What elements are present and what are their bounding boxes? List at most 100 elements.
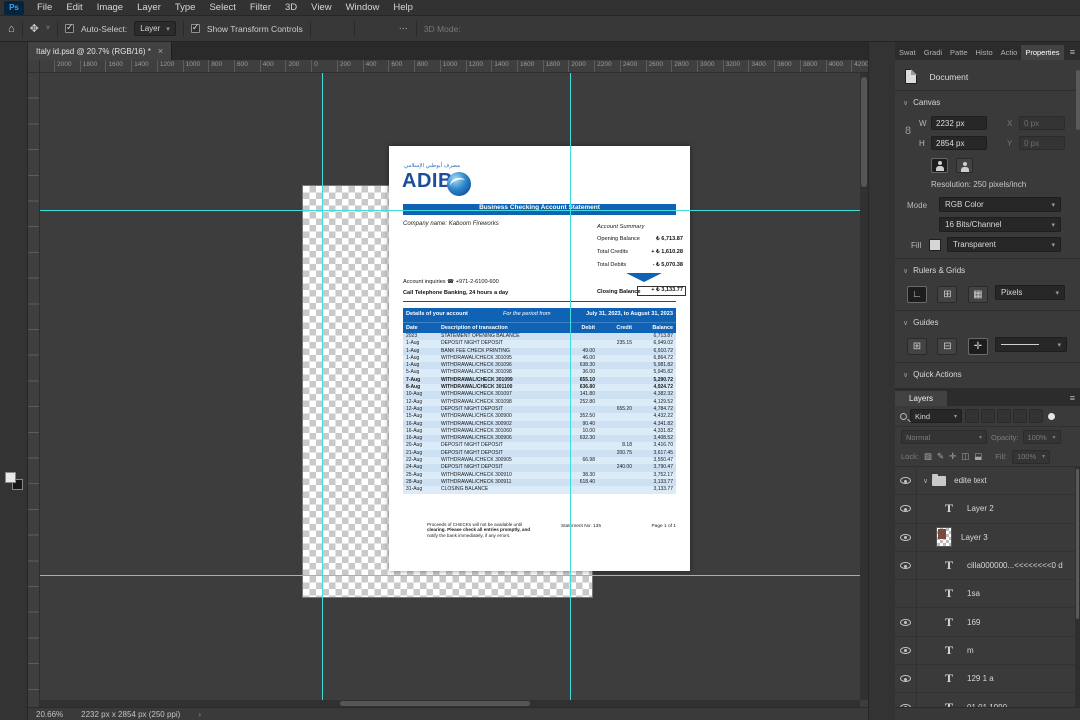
toggle-pixel-grid-icon[interactable]: ▦ — [967, 286, 988, 303]
document-tab[interactable]: Italy id.psd @ 20.7% (RGB/16) * × — [28, 42, 173, 60]
properties-scrollbar[interactable] — [1076, 70, 1080, 130]
width-field[interactable]: 2232 px — [931, 116, 987, 130]
menu-item[interactable]: Layer — [130, 0, 168, 15]
dodge-tool[interactable] — [0, 314, 28, 333]
layer-row[interactable]: ∨ T 169 — [895, 608, 1080, 637]
filter-type-layers-icon[interactable] — [997, 409, 1011, 423]
blend-mode-dropdown[interactable]: Normal ▾ — [901, 430, 987, 444]
menu-item[interactable]: Help — [386, 0, 420, 15]
frame-tool[interactable] — [0, 143, 28, 162]
quick-mask-icon[interactable] — [0, 496, 28, 515]
layer-name[interactable]: m — [967, 646, 974, 655]
tab-patterns[interactable]: Patte — [946, 45, 972, 60]
visibility-toggle[interactable] — [895, 665, 917, 693]
layer-thumbnail[interactable] — [936, 527, 952, 548]
color-swatches[interactable] — [4, 472, 23, 490]
guide-vertical-1[interactable] — [322, 73, 323, 700]
clone-stamp-tool[interactable] — [0, 219, 28, 238]
menu-item[interactable]: 3D — [278, 0, 304, 15]
menu-item[interactable]: File — [30, 0, 59, 15]
layer-name[interactable]: Layer 2 — [967, 504, 994, 513]
zoom-level[interactable]: 20.66% — [36, 710, 63, 719]
hand-tool[interactable] — [0, 409, 28, 428]
toggle-rulers-icon[interactable]: ∟ — [907, 286, 927, 303]
clear-guides-icon[interactable]: ✛ — [967, 338, 988, 355]
tab-gradients[interactable]: Gradi — [920, 45, 946, 60]
layers-scrollbar[interactable] — [1075, 467, 1080, 707]
brush-tool[interactable] — [0, 200, 28, 219]
lock-artboard-icon[interactable]: ◫ — [961, 451, 969, 462]
menu-item[interactable]: Window — [339, 0, 387, 15]
auto-select-checkbox[interactable] — [64, 22, 74, 33]
foreground-color-swatch[interactable] — [4, 472, 16, 483]
layer-name[interactable]: 169 — [967, 618, 980, 627]
ruler-units-dropdown[interactable]: Pixels ▾ — [995, 285, 1065, 300]
toggle-grid-icon[interactable]: ⊞ — [937, 286, 958, 303]
rulers-grids-section-header[interactable]: ∨ Rulers & Grids — [895, 266, 1080, 275]
eyedropper-tool[interactable] — [0, 162, 28, 181]
layer-row[interactable]: ∨ T Layer 3 — [895, 523, 1080, 552]
edit-toolbar-icon[interactable] — [0, 447, 28, 466]
tab-history[interactable]: Histo — [972, 45, 997, 60]
history-brush-tool[interactable] — [0, 238, 28, 257]
opacity-field[interactable]: 100% ▾ — [1022, 430, 1061, 444]
scrollbar-thumb[interactable] — [1076, 469, 1079, 619]
visibility-toggle[interactable] — [895, 495, 917, 523]
expand-chevron-icon[interactable]: ∨ — [923, 477, 928, 485]
vertical-scrollbar[interactable] — [860, 73, 868, 700]
screen-mode-icon[interactable] — [0, 515, 28, 534]
gradient-tool[interactable] — [0, 276, 28, 295]
lock-all-icon[interactable]: ⬓ — [974, 451, 982, 462]
menu-item[interactable]: View — [304, 0, 338, 15]
pen-tool[interactable] — [0, 333, 28, 352]
filter-adjustment-layers-icon[interactable] — [981, 409, 995, 423]
vertical-ruler[interactable] — [28, 73, 40, 707]
visibility-toggle[interactable] — [895, 608, 917, 636]
visibility-toggle[interactable] — [895, 523, 917, 551]
tab-swatches[interactable]: Swat — [895, 45, 920, 60]
layer-row[interactable]: ∨ T m — [895, 636, 1080, 666]
panel-menu-icon[interactable]: ≡ — [1070, 47, 1080, 60]
visibility-toggle[interactable] — [895, 580, 917, 608]
height-field[interactable]: 2854 px — [931, 136, 987, 150]
tab-properties[interactable]: Properties — [1021, 45, 1064, 60]
link-dimensions-icon[interactable]: 8 — [905, 125, 911, 137]
status-chevron-icon[interactable]: › — [198, 710, 201, 719]
layer-fill-field[interactable]: 100% ▾ — [1011, 449, 1050, 464]
quick-actions-section-header[interactable]: ∨ Quick Actions — [895, 370, 1080, 379]
shape-tool[interactable] — [0, 390, 28, 409]
fill-dropdown[interactable]: Transparent ▾ — [947, 237, 1061, 252]
lock-transparent-icon[interactable]: ▨ — [924, 451, 932, 462]
layer-row[interactable]: ∨ T 01.01.1990 — [895, 693, 1080, 707]
menu-item[interactable]: Select — [202, 0, 242, 15]
move-tool[interactable] — [0, 48, 28, 67]
filter-kind-dropdown[interactable]: Kind ▾ — [910, 409, 962, 423]
visibility-toggle[interactable] — [895, 636, 917, 665]
visibility-toggle[interactable] — [895, 467, 917, 495]
layer-name[interactable]: edite text — [954, 476, 986, 485]
crop-tool[interactable] — [0, 124, 28, 143]
menu-item[interactable]: Image — [90, 0, 130, 15]
guide-horizontal-2[interactable] — [40, 575, 860, 576]
eraser-tool[interactable] — [0, 257, 28, 276]
home-icon[interactable]: ⌂ — [8, 23, 15, 35]
layer-row[interactable]: ∨ T cilla000000...<<<<<<<<0 d — [895, 551, 1080, 581]
guide-style-dropdown[interactable]: ▾ — [995, 337, 1067, 352]
filter-shape-layers-icon[interactable] — [1013, 409, 1027, 423]
horizontal-ruler[interactable]: 2000 1800 1600 1400 1200 1000 800 600 400 200 0 200… — [40, 60, 868, 73]
scrollbar-thumb[interactable] — [340, 701, 530, 706]
layer-row[interactable]: ∨ T edite text — [895, 467, 1080, 496]
lasso-tool[interactable] — [0, 86, 28, 105]
layer-name[interactable]: cilla000000...<<<<<<<<0 d — [967, 561, 1063, 570]
auto-select-dropdown[interactable]: Layer ▾ — [134, 21, 176, 36]
guide-vertical-2[interactable] — [570, 73, 571, 700]
filter-smart-objects-icon[interactable] — [1029, 409, 1043, 423]
scrollbar-thumb[interactable] — [861, 77, 867, 187]
layers-menu-icon[interactable]: ≡ — [1070, 393, 1080, 406]
show-transform-checkbox[interactable] — [190, 22, 200, 33]
layer-name[interactable]: 1sa — [967, 589, 980, 598]
toggle-guides-icon[interactable]: ⊞ — [907, 338, 927, 355]
layer-row[interactable]: ∨ T 1sa — [895, 580, 1080, 609]
bit-depth-dropdown[interactable]: 16 Bits/Channel ▾ — [939, 217, 1061, 232]
healing-brush-tool[interactable] — [0, 181, 28, 200]
